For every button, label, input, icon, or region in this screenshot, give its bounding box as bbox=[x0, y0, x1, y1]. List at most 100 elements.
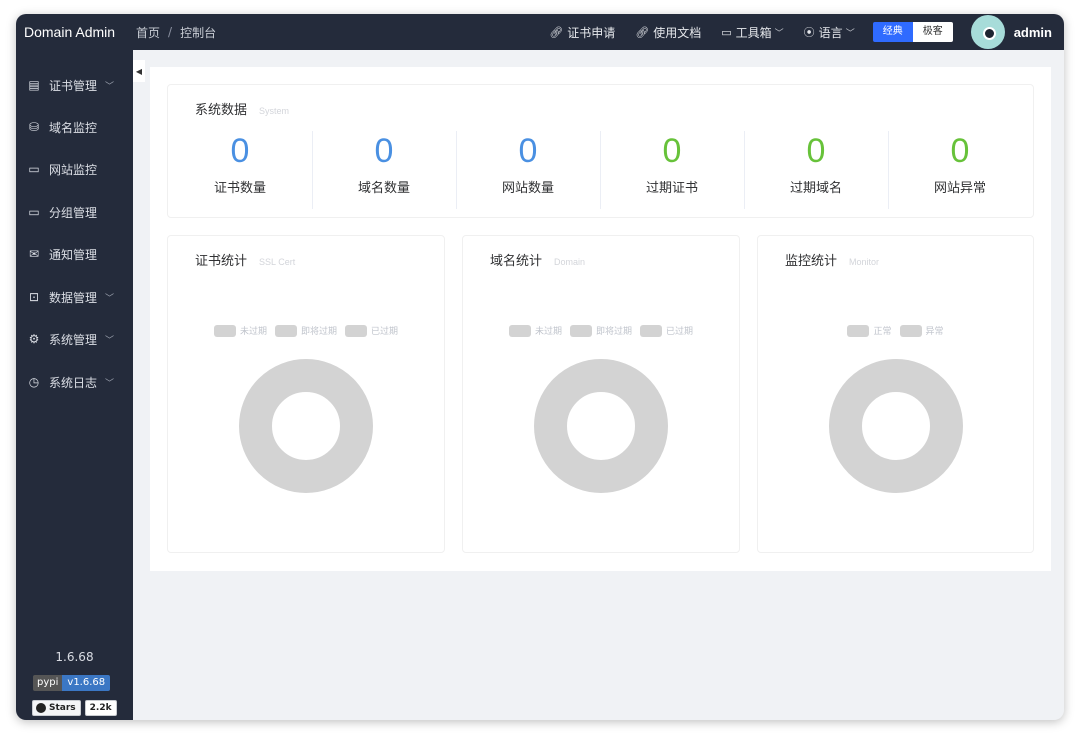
pypi-badge[interactable]: pypi v1.6.68 bbox=[33, 675, 111, 691]
sidebar-item-cert-management[interactable]: ▤ 证书管理 ﹀ bbox=[16, 70, 133, 100]
legend-swatch bbox=[569, 324, 592, 337]
stat-label: 过期证书 bbox=[645, 181, 698, 196]
stat-domain-count[interactable]: 0 域名数量 bbox=[312, 131, 456, 209]
donut-empty-ring bbox=[534, 359, 668, 493]
legend-swatch bbox=[640, 324, 662, 337]
docs-link[interactable]: 🔗︎ 使用文档 bbox=[635, 24, 701, 41]
sidebar-item-notify-management[interactable]: ✉ 通知管理 bbox=[16, 239, 133, 269]
stat-label: 域名数量 bbox=[357, 181, 410, 196]
legend-item[interactable]: 异常 bbox=[899, 324, 944, 337]
legend-swatch bbox=[899, 324, 922, 337]
monitor-stats-title-text: 监控统计 bbox=[785, 254, 838, 269]
legend-item[interactable]: 即将过期 bbox=[569, 324, 632, 337]
legend-item[interactable]: 即将过期 bbox=[274, 324, 337, 337]
stat-expired-cert[interactable]: 0 过期证书 bbox=[600, 131, 744, 209]
docs-label: 使用文档 bbox=[653, 25, 702, 40]
monitor-stats-subtitle: Monitor bbox=[849, 257, 880, 267]
sidebar-item-system-log[interactable]: ◷ 系统日志 ﹀ bbox=[16, 367, 133, 397]
language-label: 语言 bbox=[818, 25, 843, 40]
sidebar-item-group-management[interactable]: ▭ 分组管理 bbox=[16, 197, 133, 227]
username[interactable]: admin bbox=[1014, 25, 1052, 40]
theme-classic-button[interactable]: 经典 bbox=[872, 22, 913, 42]
chevron-down-icon: ﹀ bbox=[774, 28, 784, 39]
donut-empty-ring bbox=[239, 359, 373, 493]
monitor-stats-donut-chart bbox=[829, 359, 963, 493]
legend-swatch bbox=[508, 324, 531, 337]
cert-apply-link[interactable]: 🔗︎ 证书申请 bbox=[549, 24, 615, 41]
top-header: Domain Admin 首页 / 控制台 🔗︎ 证书申请 🔗︎ 使用文档 ▭ … bbox=[16, 14, 1064, 50]
cert-stats-donut-chart bbox=[239, 359, 373, 493]
legend-label: 已过期 bbox=[371, 327, 399, 337]
app-title[interactable]: Domain Admin bbox=[16, 24, 133, 40]
box-icon: ⊡ bbox=[28, 290, 40, 304]
monitor-stats-card: 监控统计 Monitor 正常 异常 bbox=[757, 235, 1034, 553]
stat-site-count[interactable]: 0 网站数量 bbox=[456, 131, 600, 209]
domain-stats-card: 域名统计 Domain 未过期 即将过期 已过期 bbox=[462, 235, 740, 553]
link-icon: 🔗︎ bbox=[635, 25, 650, 39]
stat-value: 0 bbox=[950, 132, 970, 170]
sidebar-item-label: 通知管理 bbox=[49, 247, 98, 262]
cert-apply-label: 证书申请 bbox=[567, 25, 616, 40]
doc-icon: ▤ bbox=[28, 78, 40, 92]
legend-label: 即将过期 bbox=[595, 327, 632, 337]
sidebar-item-label: 系统管理 bbox=[49, 332, 98, 347]
breadcrumb-home[interactable]: 首页 bbox=[136, 24, 160, 41]
legend-label: 正常 bbox=[873, 327, 892, 337]
link-icon: 🔗︎ bbox=[549, 25, 564, 39]
cert-stats-card: 证书统计 SSL Cert 未过期 即将过期 已过期 bbox=[167, 235, 445, 553]
theme-geek-button[interactable]: 极客 bbox=[912, 22, 953, 42]
domain-stats-title-text: 域名统计 bbox=[490, 254, 543, 269]
sidebar-item-data-management[interactable]: ⊡ 数据管理 ﹀ bbox=[16, 282, 133, 312]
clock-icon: ◷ bbox=[28, 375, 40, 389]
folder-icon: ▭ bbox=[28, 205, 40, 219]
stat-label: 过期域名 bbox=[789, 181, 842, 196]
stat-label: 证书数量 bbox=[213, 181, 266, 196]
legend-item[interactable]: 已过期 bbox=[345, 324, 398, 337]
location-pin-icon: ⦿ bbox=[803, 26, 815, 39]
cert-stats-title: 证书统计 SSL Cert bbox=[195, 250, 295, 269]
top-nav: 🔗︎ 证书申请 🔗︎ 使用文档 ▭ 工具箱 ﹀ ⦿ 语言 ﹀ 经典 极客 adm… bbox=[549, 14, 1052, 50]
chart-legend: 未过期 即将过期 已过期 bbox=[463, 324, 739, 337]
sidebar-item-system-management[interactable]: ⚙ 系统管理 ﹀ bbox=[16, 324, 133, 354]
stat-site-error[interactable]: 0 网站异常 bbox=[888, 131, 1032, 209]
github-stars-badge[interactable]: Stars 2.2k bbox=[32, 700, 117, 716]
cert-stats-title-text: 证书统计 bbox=[195, 254, 248, 269]
sidebar-item-label: 证书管理 bbox=[49, 78, 98, 93]
stat-value: 0 bbox=[806, 132, 826, 170]
sidebar-item-label: 系统日志 bbox=[49, 375, 98, 390]
sidebar: ▤ 证书管理 ﹀ ⛁ 域名监控 ▭ 网站监控 ▭ 分组管理 ✉ 通知管理 ⊡ 数… bbox=[16, 50, 133, 720]
briefcase-icon: ▭ bbox=[721, 25, 732, 39]
domain-stats-donut-chart bbox=[534, 359, 668, 493]
stat-value: 0 bbox=[518, 132, 538, 170]
sidebar-item-site-monitor[interactable]: ▭ 网站监控 bbox=[16, 154, 133, 184]
sidebar-item-domain-monitor[interactable]: ⛁ 域名监控 bbox=[16, 112, 133, 142]
chevron-down-icon: ﹀ bbox=[105, 378, 115, 389]
system-data-subtitle: System bbox=[259, 106, 290, 116]
breadcrumb-current: 控制台 bbox=[180, 25, 217, 40]
app-version: 1.6.68 bbox=[55, 650, 94, 664]
sidebar-collapse-toggle[interactable]: ◀ bbox=[133, 60, 145, 82]
chevron-down-icon: ﹀ bbox=[845, 28, 855, 39]
stat-cert-count[interactable]: 0 证书数量 bbox=[168, 131, 312, 209]
github-stars-label: Stars bbox=[49, 703, 76, 713]
app-window: Domain Admin 首页 / 控制台 🔗︎ 证书申请 🔗︎ 使用文档 ▭ … bbox=[16, 14, 1064, 720]
legend-item[interactable]: 未过期 bbox=[213, 324, 267, 337]
stat-expired-domain[interactable]: 0 过期域名 bbox=[744, 131, 888, 209]
legend-swatch bbox=[274, 324, 297, 337]
avatar[interactable] bbox=[970, 15, 1005, 49]
mail-icon: ✉ bbox=[28, 247, 40, 261]
dashboard-content: 系统数据 System 0 证书数量 0 域名数量 0 网站数量 0 过期证书 bbox=[150, 67, 1051, 571]
toolbox-dropdown[interactable]: ▭ 工具箱 ﹀ bbox=[721, 24, 783, 41]
domain-stats-title: 域名统计 Domain bbox=[490, 250, 585, 269]
legend-item[interactable]: 已过期 bbox=[640, 324, 693, 337]
language-dropdown[interactable]: ⦿ 语言 ﹀ bbox=[804, 24, 855, 41]
legend-item[interactable]: 未过期 bbox=[508, 324, 562, 337]
legend-item[interactable]: 正常 bbox=[847, 324, 892, 337]
github-stars-button[interactable]: Stars bbox=[32, 700, 81, 716]
stat-label: 网站异常 bbox=[933, 181, 986, 196]
legend-swatch bbox=[213, 324, 236, 337]
database-icon: ⛁ bbox=[28, 120, 40, 134]
sidebar-item-label: 分组管理 bbox=[49, 205, 98, 220]
toolbox-label: 工具箱 bbox=[735, 25, 772, 40]
legend-label: 即将过期 bbox=[300, 327, 337, 337]
